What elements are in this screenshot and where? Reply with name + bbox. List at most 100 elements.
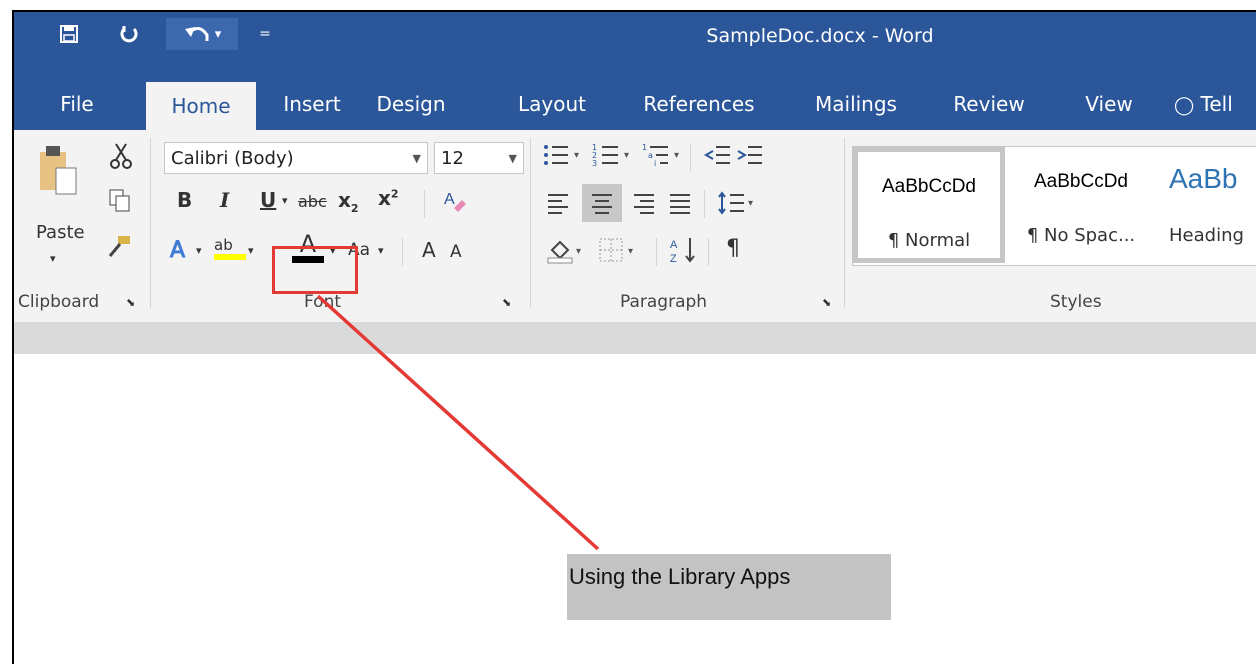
align-center-icon [592,194,612,214]
style-normal[interactable]: AaBbCcDd ¶ Normal [853,147,1005,263]
clear-formatting-icon[interactable]: A [442,188,468,219]
tab-tell-me[interactable]: ◯ Tell [1174,80,1256,128]
style-heading[interactable]: AaBb Heading [1157,147,1256,263]
svg-text:a: a [648,151,653,160]
separator [656,238,657,266]
style-sample: AaBbCcDd [1034,171,1128,192]
borders-icon[interactable]: ▾ [598,236,642,269]
separator [402,238,403,266]
text-effects-button[interactable]: A [169,238,185,264]
tab-review[interactable]: Review [946,80,1032,128]
grow-font-button[interactable]: A [422,238,436,262]
ruler-strip [14,322,1256,354]
paste-dropdown-icon[interactable]: ▾ [50,252,56,265]
subscript-button[interactable]: x2 [338,188,359,215]
tab-view[interactable]: View [1074,80,1144,128]
decrease-indent-icon[interactable] [703,142,732,173]
tab-layout[interactable]: Layout [510,80,594,128]
window-title: SampleDoc.docx - Word [706,25,934,47]
paste-button[interactable] [36,144,80,205]
font-size-combo[interactable]: 12 ▼ [434,142,524,174]
style-sample: AaBb [1169,163,1238,194]
paragraph-launcher-icon[interactable]: ⬊ [822,296,831,309]
text-effects-dropdown-icon[interactable]: ▾ [196,244,202,257]
svg-text:Z: Z [670,253,677,264]
paste-icon [40,146,77,195]
svg-text:▾: ▾ [624,150,629,161]
font-name-value: Calibri (Body) [171,148,294,169]
svg-text:3: 3 [592,159,597,168]
svg-text:▾: ▾ [674,150,679,161]
separator [424,190,425,218]
font-size-value: 12 [441,148,464,169]
bold-button[interactable]: B [177,188,192,212]
tab-file[interactable]: File [42,80,112,128]
chevron-down-icon[interactable]: ▼ [509,143,517,175]
underline-button[interactable]: U [260,188,276,212]
copy-icon[interactable] [108,188,132,219]
svg-text:1: 1 [642,143,647,152]
font-launcher-icon[interactable]: ⬊ [502,296,511,309]
cut-icon[interactable] [108,142,134,175]
tell-me-label: Tell [1200,92,1233,116]
line-spacing-icon[interactable]: ▾ [718,190,758,221]
highlight-button[interactable]: ab [214,234,246,260]
clipboard-group-label: Clipboard [18,292,100,312]
sort-icon[interactable]: AZ [670,236,700,269]
style-name: ¶ Normal [887,230,971,251]
title-bar: ▾ = SampleDoc.docx - Word [14,12,1256,82]
strikethrough-button[interactable]: abc [298,192,327,211]
italic-button[interactable]: I [220,188,229,212]
align-left-icon[interactable] [546,192,570,219]
annotation-caption: Using the Library Apps [567,554,891,620]
align-right-icon[interactable] [632,192,656,219]
style-no-spacing[interactable]: AaBbCcDd ¶ No Spac... [1005,147,1157,263]
svg-text:A: A [444,191,455,208]
svg-text:▾: ▾ [748,198,753,209]
style-name: ¶ No Spac... [1026,225,1136,246]
change-case-dropdown-icon[interactable]: ▾ [378,244,384,257]
highlight-color-bar [214,254,246,260]
justify-icon[interactable] [668,192,692,219]
annotation-caption-text: Using the Library Apps [569,564,791,589]
font-group-label: Font [304,292,342,312]
highlight-dropdown-icon[interactable]: ▾ [248,244,254,257]
underline-dropdown-icon[interactable]: ▾ [282,194,288,207]
tab-references[interactable]: References [634,80,764,128]
svg-text:▾: ▾ [576,246,581,257]
separator [708,238,709,266]
svg-text:A: A [670,239,678,251]
multilevel-list-icon[interactable]: 1 a i ▾ [642,142,686,173]
styles-group-label: Styles [1050,292,1102,312]
align-center-button[interactable] [582,184,622,222]
show-marks-button[interactable]: ¶ [726,236,740,261]
ribbon-tabs: File Home Insert Design Layout Reference… [14,80,1256,130]
clipboard-launcher-icon[interactable]: ⬊ [126,296,135,309]
chevron-down-icon[interactable]: ▼ [413,143,421,175]
font-name-combo[interactable]: Calibri (Body) ▼ [164,142,428,174]
style-sample: AaBbCcDd [882,176,976,197]
bullets-icon[interactable]: ▾ [542,142,586,173]
superscript-button[interactable]: x2 [378,186,399,210]
ribbon: Paste ▾ Clipboard ⬊ Calibri (Body) ▼ 12 … [14,130,1256,323]
paste-label[interactable]: Paste [36,222,85,243]
callout-highlight-box [272,246,358,294]
paragraph-group-label: Paragraph [620,292,708,312]
separator [844,138,845,308]
numbering-icon[interactable]: 1 2 3 ▾ [592,142,636,173]
shrink-font-button[interactable]: A [450,242,462,262]
lightbulb-icon: ◯ [1174,95,1195,116]
shading-icon[interactable]: ▾ [546,236,590,269]
svg-text:▾: ▾ [574,150,579,161]
tab-mailings[interactable]: Mailings [804,80,908,128]
tab-design[interactable]: Design [366,80,456,128]
increase-indent-icon[interactable] [736,142,764,173]
separator [150,138,151,308]
svg-text:▾: ▾ [628,246,633,257]
separator [690,144,691,172]
tab-insert[interactable]: Insert [272,80,352,128]
svg-text:i: i [654,159,656,168]
tab-home[interactable]: Home [146,82,256,130]
format-painter-icon[interactable] [106,234,132,265]
styles-gallery: AaBbCcDd ¶ Normal AaBbCcDd ¶ No Spac... … [852,146,1256,266]
